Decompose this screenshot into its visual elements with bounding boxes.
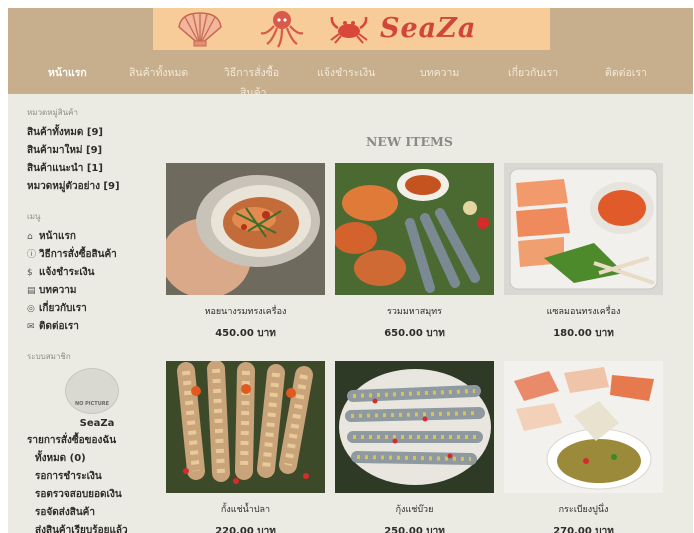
menu-articles[interactable]: ▤ บทความ bbox=[27, 282, 167, 300]
crab-icon bbox=[330, 16, 368, 44]
user-name[interactable]: SeaZa bbox=[27, 418, 167, 432]
product-card[interactable]: หอยนางรมทรงเครื่อง 450.00 บาท bbox=[166, 163, 325, 340]
product-image[interactable] bbox=[166, 163, 325, 295]
menu-about[interactable]: ◎ เกี่ยวกับเรา bbox=[27, 300, 167, 318]
category-recommended[interactable]: สินค้าแนะนำ [1] bbox=[27, 160, 167, 178]
product-card[interactable]: กุ้งแช่บ๊วย 250.00 บาท bbox=[335, 361, 494, 533]
product-name[interactable]: กุ้งแช่บ๊วย bbox=[335, 502, 494, 515]
orders-shipped[interactable]: ส่งสินค้าเรียบร้อยแล้ว bbox=[27, 522, 167, 533]
product-card[interactable]: แซลมอนทรงเครื่อง 180.00 บาท bbox=[504, 163, 663, 340]
menu-label: แจ้งชำระเงิน bbox=[39, 267, 95, 278]
avatar-placeholder-text: NO PICTURE bbox=[74, 401, 110, 407]
globe-icon: ◎ bbox=[27, 304, 35, 314]
orders-awaiting-payment[interactable]: รอการชำระเงิน bbox=[27, 468, 167, 486]
sidebar: หมวดหมู่สินค้า สินค้าทั้งหมด [9] สินค้าม… bbox=[27, 106, 167, 533]
menu-payment[interactable]: $ แจ้งชำระเงิน bbox=[27, 264, 167, 282]
member-heading: ระบบสมาชิก bbox=[27, 352, 71, 361]
nav-payment[interactable]: แจ้งชำระเงิน bbox=[317, 64, 375, 81]
menu-label: บทความ bbox=[39, 285, 77, 296]
product-price: 220.00 บาท bbox=[215, 526, 276, 533]
info-icon: ⓘ bbox=[27, 250, 37, 260]
menu-home[interactable]: ⌂ หน้าแรก bbox=[27, 228, 167, 246]
product-price: 270.00 บาท bbox=[553, 526, 614, 533]
product-card[interactable]: กระเบียงปูนึ่ง 270.00 บาท bbox=[504, 361, 663, 533]
menu-contact[interactable]: ✉ ติดต่อเรา bbox=[27, 318, 167, 336]
mail-icon: ✉ bbox=[27, 322, 35, 332]
main-nav: หน้าแรก สินค้าทั้งหมด วิธีการสั่งซื้อ แจ… bbox=[8, 52, 693, 99]
nav-articles[interactable]: บทความ bbox=[420, 64, 459, 81]
product-price: 450.00 บาท bbox=[215, 328, 276, 339]
product-name[interactable]: หอยนางรมทรงเครื่อง bbox=[166, 304, 325, 317]
menu-label: ติดต่อเรา bbox=[39, 321, 79, 332]
orders-verifying[interactable]: รอตรวจสอบยอดเงิน bbox=[27, 486, 167, 504]
page-frame: SeaZa หน้าแรก สินค้าทั้งหมด วิธีการสั่งซ… bbox=[8, 8, 693, 533]
product-card[interactable]: กั้งแช่น้ำปลา 220.00 บาท bbox=[166, 361, 325, 533]
avatar[interactable]: NO PICTURE bbox=[65, 368, 119, 414]
orders-awaiting-shipment[interactable]: รอจัดส่งสินค้า bbox=[27, 504, 167, 522]
brand-name: SeaZa bbox=[380, 13, 477, 44]
product-name[interactable]: รวมมหาสมุทร bbox=[335, 304, 494, 317]
product-price: 650.00 บาท bbox=[384, 328, 445, 339]
category-sample[interactable]: หมวดหมู่ตัวอย่าง [9] bbox=[27, 178, 167, 196]
product-image[interactable] bbox=[504, 361, 663, 493]
nav-about[interactable]: เกี่ยวกับเรา bbox=[508, 64, 558, 81]
octopus-icon bbox=[260, 11, 304, 48]
nav-products-wrap[interactable]: สินค้า bbox=[240, 84, 267, 101]
product-name[interactable]: แซลมอนทรงเครื่อง bbox=[504, 304, 663, 317]
product-image[interactable] bbox=[166, 361, 325, 493]
brand-banner[interactable]: SeaZa bbox=[153, 8, 550, 50]
product-card[interactable]: รวมมหาสมุทร 650.00 บาท bbox=[335, 163, 494, 340]
categories-heading: หมวดหมู่สินค้า bbox=[27, 108, 78, 117]
menu-how-to-order[interactable]: ⓘ วิธีการสั่งซื้อสินค้า bbox=[27, 246, 167, 264]
menu-label: หน้าแรก bbox=[39, 231, 76, 242]
dollar-icon: $ bbox=[27, 268, 33, 278]
orders-all[interactable]: ทั้งหมด (0) bbox=[27, 450, 167, 468]
article-icon: ▤ bbox=[27, 286, 36, 296]
nav-all-products[interactable]: สินค้าทั้งหมด bbox=[129, 64, 188, 81]
nav-contact[interactable]: ติดต่อเรา bbox=[605, 64, 647, 81]
product-price: 250.00 บาท bbox=[384, 526, 445, 533]
product-name[interactable]: กระเบียงปูนึ่ง bbox=[504, 502, 663, 515]
menu-label: วิธีการสั่งซื้อสินค้า bbox=[39, 249, 117, 260]
category-all[interactable]: สินค้าทั้งหมด [9] bbox=[27, 124, 167, 142]
menu-heading: เมนู bbox=[27, 212, 41, 221]
product-name[interactable]: กั้งแช่น้ำปลา bbox=[166, 502, 325, 515]
home-icon: ⌂ bbox=[27, 232, 33, 242]
site-header: SeaZa หน้าแรก สินค้าทั้งหมด วิธีการสั่งซ… bbox=[8, 8, 693, 99]
category-new[interactable]: สินค้ามาใหม่ [9] bbox=[27, 142, 167, 160]
nav-home[interactable]: หน้าแรก bbox=[48, 64, 87, 81]
scallop-icon bbox=[178, 12, 222, 47]
menu-label: เกี่ยวกับเรา bbox=[39, 303, 87, 314]
product-image[interactable] bbox=[335, 361, 494, 493]
product-image[interactable] bbox=[335, 163, 494, 295]
product-image[interactable] bbox=[504, 163, 663, 295]
my-orders-heading[interactable]: รายการสั่งซื้อของฉัน bbox=[27, 432, 167, 450]
nav-how-to-order[interactable]: วิธีการสั่งซื้อ bbox=[224, 64, 279, 81]
section-title: NEW ITEMS bbox=[366, 134, 453, 149]
product-price: 180.00 บาท bbox=[553, 328, 614, 339]
